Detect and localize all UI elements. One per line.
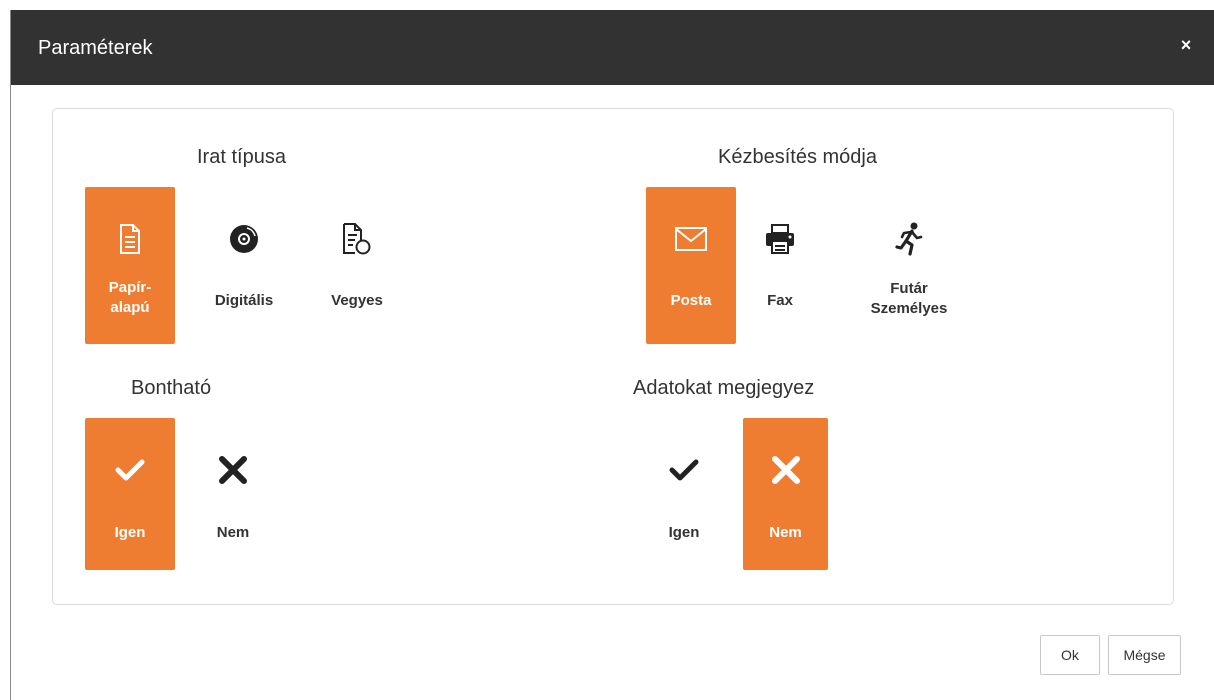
option-digitalis[interactable]: Digitális bbox=[199, 187, 289, 344]
section-label-kezbesites-modja: Kézbesítés módja bbox=[718, 146, 877, 168]
printer-icon bbox=[735, 219, 825, 259]
disc-icon bbox=[199, 219, 289, 259]
option-megjegyez-igen[interactable]: Igen bbox=[639, 418, 729, 570]
section-label-bonthato: Bontható bbox=[131, 377, 212, 399]
document-icon bbox=[85, 219, 175, 259]
option-label: Nem bbox=[769, 524, 802, 541]
option-bonthato-nem[interactable]: Nem bbox=[188, 418, 278, 570]
option-label: Igen bbox=[668, 524, 700, 541]
option-label: Fax bbox=[767, 292, 793, 309]
option-posta[interactable]: Posta bbox=[646, 187, 736, 344]
section-label-adatokat-megjegyez: Adatokat megjegyez bbox=[633, 377, 815, 399]
options-panel: Irat típusa Papír- alapú Digitális Vegye… bbox=[52, 108, 1174, 605]
option-label: Futár Személyes bbox=[870, 280, 948, 317]
runner-icon bbox=[859, 219, 959, 259]
option-label: Papír- alapú bbox=[108, 279, 152, 316]
x-icon bbox=[188, 450, 278, 490]
option-papir-alapu[interactable]: Papír- alapú bbox=[85, 187, 175, 344]
check-icon bbox=[85, 450, 175, 490]
cancel-button[interactable]: Mégse bbox=[1108, 635, 1181, 675]
mixed-document-icon bbox=[312, 219, 402, 259]
dialog-title: Paraméterek bbox=[38, 37, 153, 59]
check-icon bbox=[639, 450, 729, 490]
option-vegyes[interactable]: Vegyes bbox=[312, 187, 402, 344]
parameters-dialog: Paraméterek × Irat típusa Papír- alapú D… bbox=[10, 10, 1214, 700]
option-label: Vegyes bbox=[331, 292, 383, 309]
x-icon bbox=[743, 450, 828, 490]
ok-button[interactable]: Ok bbox=[1040, 635, 1100, 675]
option-megjegyez-nem[interactable]: Nem bbox=[743, 418, 828, 570]
option-label: Digitális bbox=[214, 292, 274, 309]
envelope-icon bbox=[646, 219, 736, 259]
option-label: Posta bbox=[670, 292, 712, 309]
dialog-titlebar: Paraméterek × bbox=[11, 10, 1214, 85]
close-button[interactable]: × bbox=[1174, 32, 1198, 58]
option-fax[interactable]: Fax bbox=[735, 187, 825, 344]
option-futar-szemelyes[interactable]: Futár Személyes bbox=[859, 187, 959, 344]
option-label: Igen bbox=[114, 524, 146, 541]
section-label-irat-tipusa: Irat típusa bbox=[197, 146, 286, 168]
option-label: Nem bbox=[216, 524, 250, 541]
option-bonthato-igen[interactable]: Igen bbox=[85, 418, 175, 570]
